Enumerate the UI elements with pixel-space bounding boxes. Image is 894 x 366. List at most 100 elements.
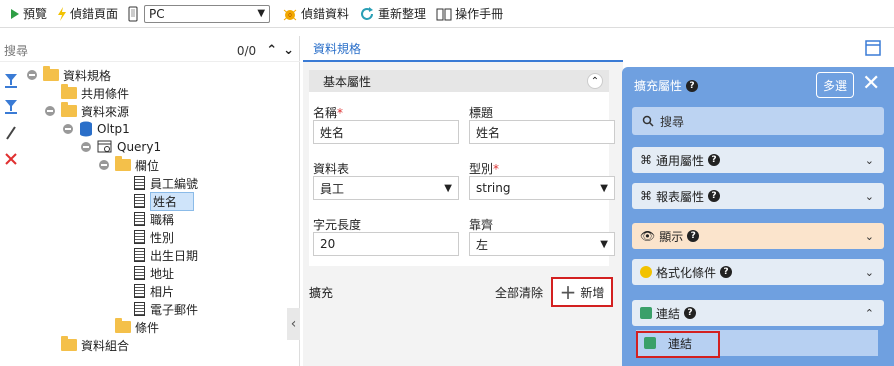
tree-panel: 搜尋 0/0 ⌃ ⌄ 資料規格 共用條件 資料來源 Oltp1 Query1 欄… <box>0 36 300 366</box>
clear-all-button[interactable]: 全部清除 <box>495 284 543 301</box>
tree-label: 出生日期 <box>150 248 199 263</box>
tree-node-shared-cond[interactable]: 共用條件 <box>61 84 129 102</box>
collapse-icon[interactable] <box>63 124 73 134</box>
tree-label: Oltp1 <box>97 122 130 136</box>
title-field[interactable]: 姓名 <box>469 120 615 144</box>
length-field[interactable]: 20 <box>313 232 459 256</box>
accordion-display[interactable]: 👁 顯示? ⌄ <box>632 223 884 249</box>
extended-search-input[interactable]: 搜尋 <box>632 107 884 135</box>
chevron-down-icon[interactable]: ⌄ <box>283 43 294 58</box>
tree-node-data-source[interactable]: 資料來源 <box>45 102 129 120</box>
tree-label: 地址 <box>150 266 175 281</box>
collapse-icon[interactable] <box>99 160 109 170</box>
accordion-format[interactable]: 格式化條件? ⌄ <box>632 259 884 285</box>
tree-node-field-selected[interactable]: 姓名 <box>134 191 194 211</box>
device-select[interactable]: PC ▼ <box>144 4 271 23</box>
table-value: 員工 <box>320 181 345 196</box>
book-icon <box>436 8 452 20</box>
multi-select-button[interactable]: 多選 <box>816 72 854 98</box>
field-icon <box>134 248 145 262</box>
tree-label: 欄位 <box>135 158 160 173</box>
folder-icon <box>61 84 77 99</box>
type-select[interactable]: string ▼ <box>469 176 615 200</box>
reorganize-label: 重新整理 <box>378 7 427 21</box>
tree-label: 員工編號 <box>150 176 199 191</box>
palette-icon <box>640 266 652 278</box>
accordion-label: 顯示 <box>659 229 684 244</box>
help-icon[interactable]: ? <box>684 307 697 319</box>
expand-label: 擴充 <box>309 286 334 300</box>
tree-node-fields[interactable]: 欄位 <box>99 156 159 174</box>
tree-node-field[interactable]: 地址 <box>134 264 174 282</box>
collapse-icon[interactable] <box>45 106 55 116</box>
accordion-label: 格式化條件 <box>656 265 717 280</box>
tab-data-spec[interactable]: 資料規格 <box>313 40 361 57</box>
tree-node-field[interactable]: 相片 <box>134 282 174 300</box>
folder-icon <box>115 318 131 333</box>
tree-node-field[interactable]: 員工編號 <box>134 174 198 192</box>
basic-props-header[interactable]: 基本屬性 ⌃ <box>309 70 609 92</box>
accordion-report[interactable]: ⌘ 報表屬性? ⌄ <box>632 183 884 209</box>
collapse-panel-button[interactable]: ‹ <box>287 308 300 340</box>
caret-down-icon: ▼ <box>600 182 608 194</box>
help-icon[interactable]: ? <box>708 154 721 166</box>
table-select[interactable]: 員工 ▼ <box>313 176 459 200</box>
chevron-down-icon: ⌄ <box>864 153 874 167</box>
chevron-down-icon: ⌄ <box>864 189 874 203</box>
highlight-box <box>636 331 720 358</box>
preview-button[interactable]: 預覽 <box>10 5 47 22</box>
debug-page-button[interactable]: 偵錯頁面 <box>57 5 118 22</box>
length-label: 字元長度 <box>313 218 362 232</box>
collapse-icon[interactable] <box>81 142 91 152</box>
align-select[interactable]: 左 ▼ <box>469 232 615 256</box>
manual-button[interactable]: 操作手冊 <box>436 5 503 22</box>
debug-data-label: 偵錯資料 <box>301 7 350 21</box>
accordion-link[interactable]: 連結? ⌃ <box>632 300 884 326</box>
help-icon[interactable]: ? <box>687 230 700 242</box>
add-button[interactable]: + 新增 <box>551 277 613 307</box>
filter-remove-icon[interactable] <box>4 94 24 120</box>
debug-data-button[interactable]: 偵錯資料 <box>282 5 349 22</box>
help-icon[interactable]: ? <box>720 266 733 278</box>
field-icon <box>134 230 145 244</box>
close-icon[interactable]: ✕ <box>862 73 880 95</box>
bug-icon <box>283 9 297 20</box>
name-field[interactable]: 姓名 <box>313 120 459 144</box>
type-label: 型別* <box>469 162 500 176</box>
type-value: string <box>476 181 511 195</box>
toolbar: 預覽 偵錯頁面 PC ▼ 偵錯資料 重新整理 操作手冊 <box>0 0 894 28</box>
chevron-up-icon[interactable]: ⌃ <box>587 73 603 89</box>
name-label: 名稱* <box>313 106 344 120</box>
chevron-left-icon: ‹ <box>290 316 297 332</box>
collapse-icon[interactable] <box>27 70 37 80</box>
tree-node-data-spec[interactable]: 資料規格 <box>27 66 111 84</box>
chevron-down-icon: ▼ <box>257 8 266 19</box>
device-icon <box>128 6 138 21</box>
tree-node-oltp[interactable]: Oltp1 <box>63 120 130 138</box>
panel-toggle-icon[interactable] <box>865 40 881 56</box>
tree-node-field[interactable]: 性別 <box>134 228 174 246</box>
help-icon[interactable]: ? <box>686 79 699 92</box>
chevron-down-icon: ⌄ <box>864 265 874 279</box>
chevron-up-icon[interactable]: ⌃ <box>266 43 277 58</box>
tree-node-field[interactable]: 電子郵件 <box>134 300 198 318</box>
command-icon: ⌘ <box>640 153 652 167</box>
basic-props-form: 名稱* 姓名 標題 姓名 資料表 員工 ▼ 型別* string ▼ 字元長度 20… <box>309 92 615 266</box>
tree-node-field[interactable]: 職稱 <box>134 210 174 228</box>
help-icon[interactable]: ? <box>708 190 721 202</box>
tree-search-input[interactable]: 搜尋 <box>0 42 237 59</box>
tree-node-data-combo[interactable]: 資料組合 <box>61 336 129 354</box>
reorganize-button[interactable]: 重新整理 <box>359 5 426 22</box>
field-icon <box>134 212 145 226</box>
properties-panel: 資料規格 基本屬性 ⌃ 名稱* 姓名 標題 姓名 資料表 員工 ▼ 型別* str… <box>303 36 881 366</box>
plus-icon: + <box>559 280 577 304</box>
tree-node-conditions[interactable]: 條件 <box>115 318 159 336</box>
edit-icon[interactable] <box>4 120 24 146</box>
accordion-common[interactable]: ⌘ 通用屬性? ⌄ <box>632 147 884 173</box>
field-icon <box>134 302 145 316</box>
folder-icon <box>115 156 131 171</box>
tree-node-field[interactable]: 出生日期 <box>134 246 198 264</box>
delete-icon[interactable] <box>4 146 24 172</box>
filter-add-icon[interactable] <box>4 68 24 94</box>
tree-node-query[interactable]: Query1 <box>81 138 161 156</box>
